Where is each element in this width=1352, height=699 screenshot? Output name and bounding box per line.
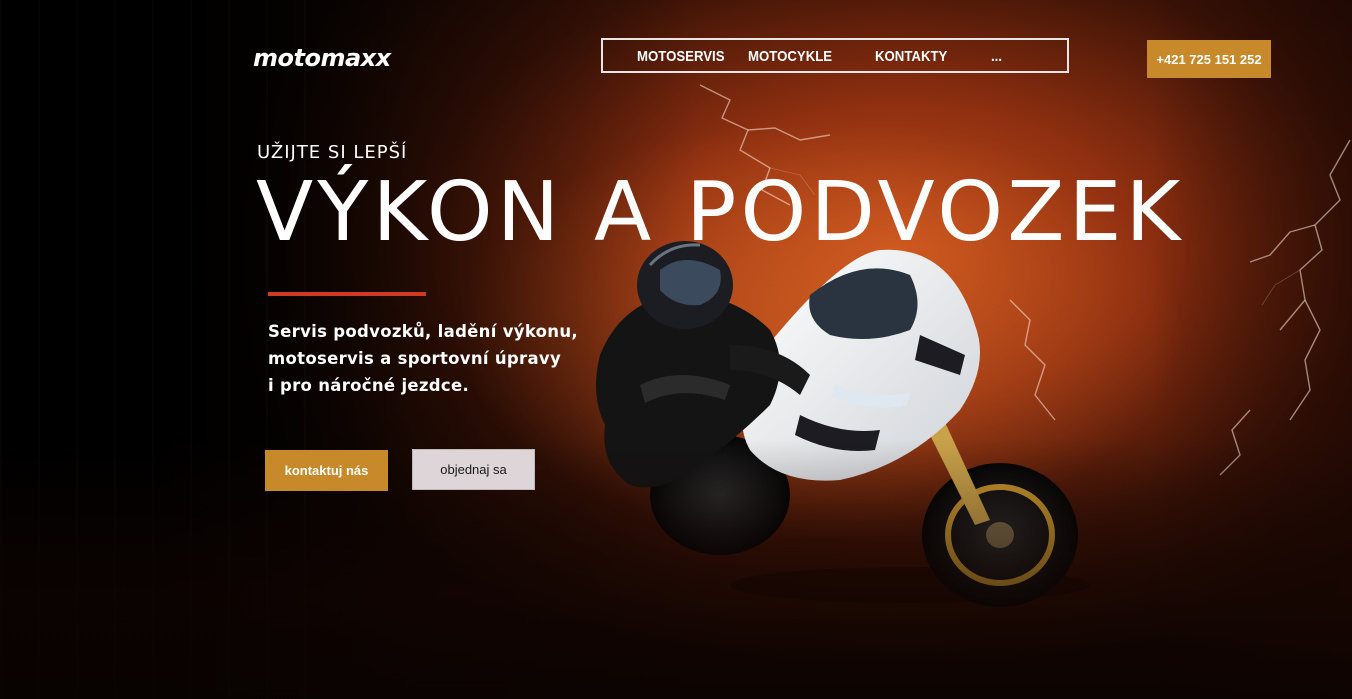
headline-divider bbox=[268, 292, 426, 296]
nav-item-kontakty[interactable]: KONTAKTY bbox=[875, 48, 947, 65]
brand-logo[interactable]: motomaxx bbox=[253, 44, 391, 72]
hero-description: Servis podvozků, ladění výkonu, motoserv… bbox=[268, 318, 588, 399]
main-nav: MOTOSERVIS MOTOCYKLE KONTAKTY ... bbox=[601, 38, 1069, 73]
order-button[interactable]: objednaj sa bbox=[412, 449, 535, 490]
hero-description-line: motoservis a sportovní úpravy bbox=[268, 349, 562, 368]
nav-item-more[interactable]: ... bbox=[991, 48, 1002, 65]
nav-item-motoservis[interactable]: MOTOSERVIS bbox=[637, 48, 725, 65]
hero-headline: VÝKON A PODVOZEK bbox=[256, 165, 1185, 260]
phone-button[interactable]: +421 725 151 252 bbox=[1147, 40, 1271, 78]
hero-description-line: i pro náročné jezdce. bbox=[268, 376, 470, 395]
hero-bottom-shade bbox=[0, 439, 1352, 699]
hero-section: motomaxx MOTOSERVIS MOTOCYKLE KONTAKTY .… bbox=[0, 0, 1352, 699]
hero-description-line: Servis podvozků, ladění výkonu, bbox=[268, 322, 578, 341]
nav-item-motocykle[interactable]: MOTOCYKLE bbox=[748, 48, 832, 65]
hero-kicker: UŽIJTE SI LEPŠÍ bbox=[257, 142, 408, 163]
contact-button[interactable]: kontaktuj nás bbox=[265, 450, 388, 491]
